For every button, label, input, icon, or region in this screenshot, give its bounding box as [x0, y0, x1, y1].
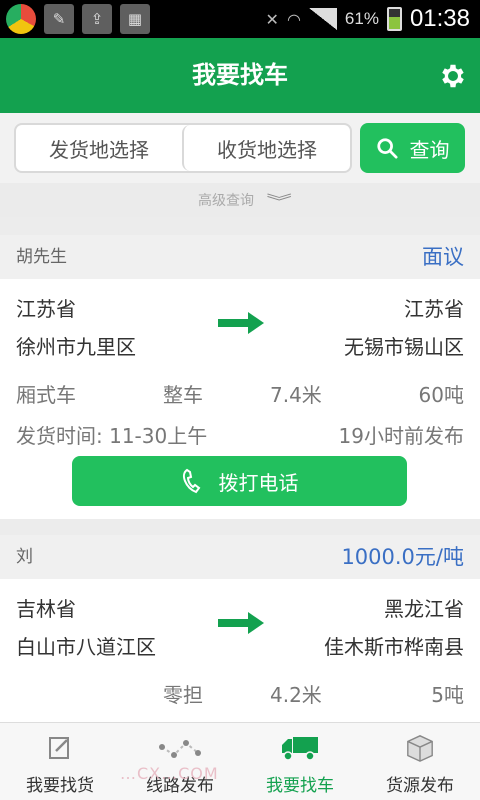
- origin-select-button[interactable]: 发货地选择: [16, 125, 182, 171]
- nav-label: 我要找车: [266, 776, 334, 796]
- ship-time: 发货时间: 11-30上午: [16, 424, 208, 448]
- route-arrow-icon: [218, 612, 264, 634]
- truck-icon: [282, 737, 318, 761]
- origin-city: 徐州市九里区: [16, 335, 136, 359]
- battery-percent: 61%: [344, 9, 379, 28]
- nav-label: 货源发布: [386, 776, 454, 796]
- phone-icon: [182, 468, 200, 494]
- advanced-search-label: 高级查询: [197, 193, 254, 209]
- truck-length: 4.2米: [270, 683, 322, 707]
- destination-city: 佳木斯市桦南县: [324, 635, 464, 659]
- wifi-icon: ◠: [286, 9, 301, 29]
- box-icon: [407, 735, 433, 762]
- origin-province: 吉林省: [16, 597, 76, 621]
- battery-icon: [386, 7, 402, 31]
- contact-name: 刘: [16, 547, 33, 567]
- nav-label: 我要找货: [26, 776, 94, 796]
- load-type: 零担: [163, 683, 203, 707]
- cargo-weight: 5吨: [431, 683, 464, 707]
- contact-name: 胡先生: [16, 247, 67, 267]
- search-icon: [376, 138, 398, 159]
- truck-type: 厢式车: [16, 383, 76, 407]
- signal-icon: [308, 8, 337, 30]
- image-icon: ✎: [44, 4, 74, 34]
- call-button[interactable]: 拨打电话: [72, 456, 407, 506]
- mute-icon: ✕: [265, 9, 279, 29]
- price: 1000.0元/吨: [341, 545, 464, 569]
- location-selector: 发货地选择 收货地选择: [14, 123, 352, 173]
- load-type: 整车: [163, 383, 203, 407]
- origin-city: 白山市八道江区: [16, 635, 156, 659]
- truck-length: 7.4米: [270, 383, 322, 407]
- cargo-weight: 60吨: [418, 383, 464, 407]
- nav-find-truck[interactable]: 我要找车: [240, 723, 360, 800]
- upload-icon: ⇪: [82, 4, 112, 34]
- destination-city: 无锡市锡山区: [344, 335, 464, 359]
- posted-time: 19小时前发布: [338, 424, 464, 448]
- listing-header: 胡先生 面议: [0, 235, 480, 279]
- browser-icon: [6, 4, 36, 34]
- page-title: 我要找车: [192, 61, 288, 89]
- call-label: 拨打电话: [218, 470, 299, 495]
- nav-find-cargo[interactable]: 我要找货: [0, 723, 120, 800]
- edit-icon: [49, 737, 69, 759]
- listing-card[interactable]: 江苏省 徐州市九里区 江苏省 无锡市锡山区 厢式车 整车 7.4米 60吨 发货…: [0, 279, 480, 519]
- advanced-search-toggle[interactable]: 高级查询 ︾: [0, 183, 480, 217]
- route-icon: [159, 740, 201, 758]
- destination-province: 江苏省: [404, 297, 464, 321]
- settings-gear-icon[interactable]: [438, 61, 468, 91]
- app-header: 我要找车: [0, 38, 480, 113]
- route-arrow-icon: [218, 312, 264, 334]
- bottom-nav: 我要找货 线路发布 我要找车 货源发布: [0, 722, 480, 800]
- origin-province: 江苏省: [16, 297, 76, 321]
- listing-header: 刘 1000.0元/吨: [0, 535, 480, 579]
- destination-province: 黑龙江省: [384, 597, 464, 621]
- nav-label: 线路发布: [146, 776, 214, 796]
- destination-select-button[interactable]: 收货地选择: [182, 125, 350, 171]
- price: 面议: [422, 245, 464, 269]
- search-bar: 发货地选择 收货地选择 查询: [0, 113, 480, 183]
- chevron-down-icon: ︾: [266, 192, 292, 211]
- sd-card-icon: ▦: [120, 4, 150, 34]
- nav-cargo-publish[interactable]: 货源发布: [360, 723, 480, 800]
- nav-route-publish[interactable]: 线路发布: [120, 723, 240, 800]
- status-bar: ✎ ⇪ ▦ ✕ ◠ 61% 01:38: [0, 0, 480, 38]
- query-label: 查询: [409, 137, 450, 162]
- clock: 01:38: [409, 5, 470, 32]
- query-button[interactable]: 查询: [360, 123, 465, 173]
- listing-card[interactable]: 吉林省 白山市八道江区 黑龙江省 佳木斯市桦南县 零担 4.2米 5吨: [0, 579, 480, 722]
